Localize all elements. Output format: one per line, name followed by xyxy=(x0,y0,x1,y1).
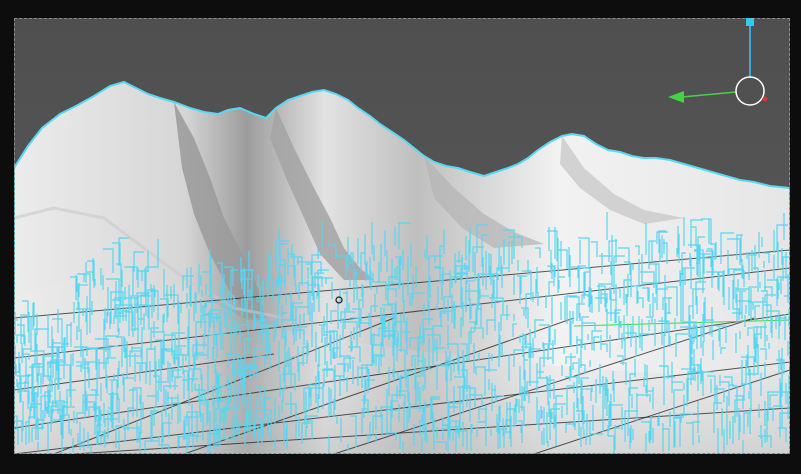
scene-canvas[interactable] xyxy=(14,18,790,454)
app-window xyxy=(0,0,801,474)
axis-handle-icon[interactable] xyxy=(746,18,754,26)
3d-viewport[interactable] xyxy=(14,18,790,454)
